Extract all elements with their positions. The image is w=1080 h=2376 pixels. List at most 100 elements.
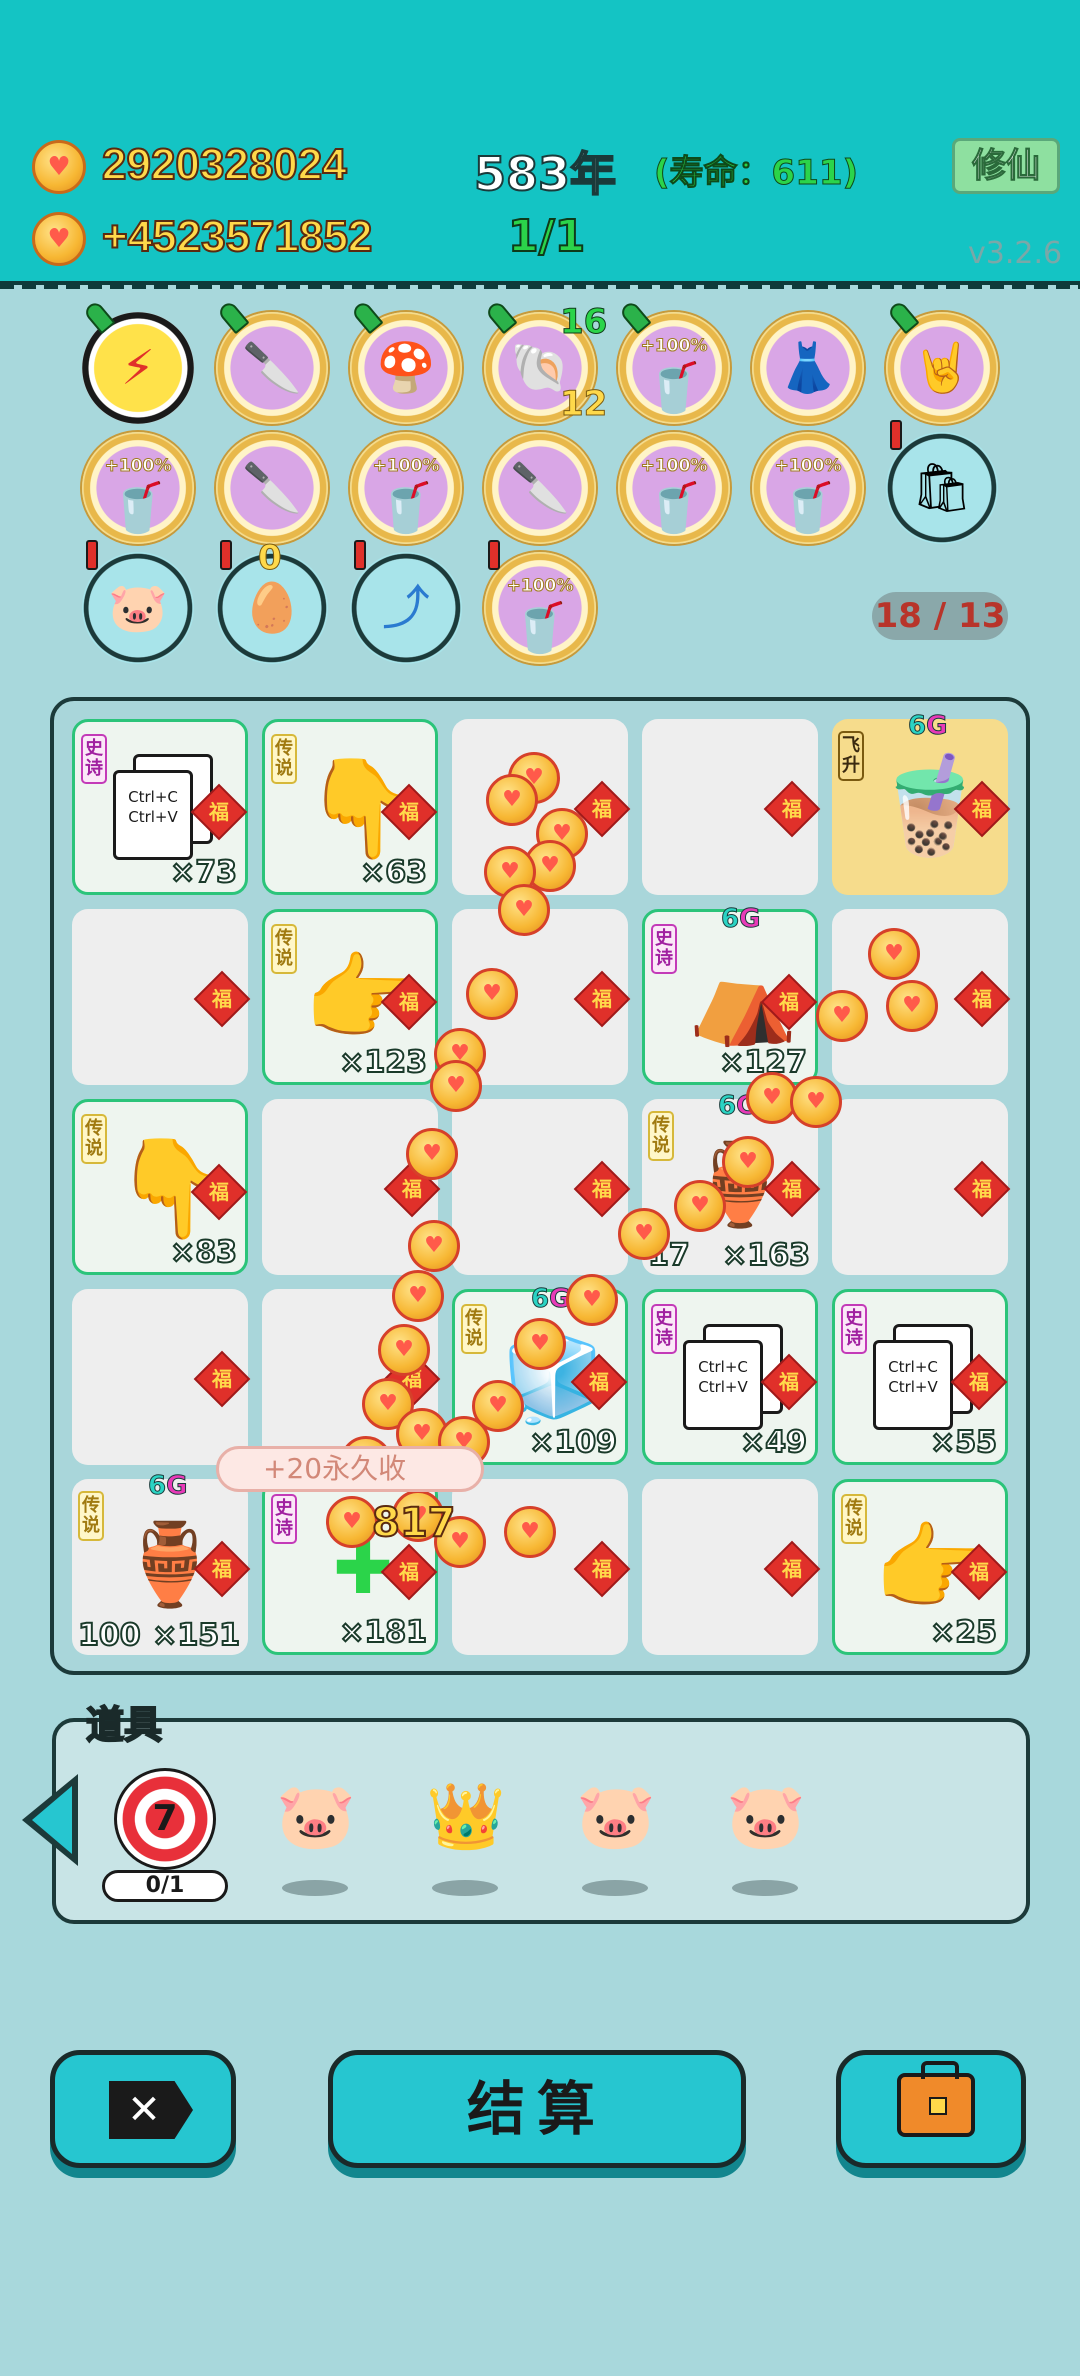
board-cell[interactable]: 福 bbox=[642, 1479, 821, 1655]
fu-text: 福 bbox=[592, 1557, 612, 1581]
coin-income: +4523571852 bbox=[101, 211, 373, 262]
board-cell[interactable]: 传说 6G 🏺 福 100 ×151 bbox=[72, 1471, 251, 1655]
slot-arrow-card[interactable]: ⤴ bbox=[350, 540, 462, 664]
fu-badge: 福 bbox=[573, 1540, 631, 1598]
slot-trash-bag[interactable]: 🛍 bbox=[886, 420, 998, 544]
slot-cleaver[interactable]: 🔪 bbox=[484, 432, 596, 544]
reward-value: 817 bbox=[371, 1499, 456, 1547]
flying-coin-icon bbox=[790, 1076, 842, 1128]
multiplier-label: ×181 bbox=[338, 1614, 428, 1651]
fu-text: 福 bbox=[972, 987, 992, 1011]
fu-text: 福 bbox=[782, 1177, 802, 1201]
board-cell[interactable]: 史诗 Ctrl+C Ctrl+V 福 ×73 bbox=[72, 719, 248, 895]
briefcase-icon bbox=[897, 2061, 975, 2137]
slot-mushroom-cup[interactable]: 🍄 bbox=[350, 299, 462, 424]
skirt-icon: 👗 bbox=[778, 340, 838, 396]
board-cell[interactable]: 传说 👇 福 ×63 bbox=[262, 719, 438, 895]
copy-paste-text: Ctrl+C Ctrl+V bbox=[873, 1340, 953, 1430]
inventory-button[interactable] bbox=[836, 2050, 1026, 2168]
cleaver-icon: 🔪 bbox=[510, 460, 570, 516]
cup-icon: 🥤 bbox=[644, 480, 704, 536]
board-cell[interactable]: 传说 6G 🏺 福 17 ×163 bbox=[642, 1091, 821, 1275]
slot-cleaver[interactable]: 🔪 bbox=[216, 299, 328, 424]
board-cell[interactable]: 传说 👇 福 ×83 bbox=[72, 1099, 248, 1275]
board-cell[interactable]: 福 bbox=[642, 719, 821, 895]
fu-badge: 福 bbox=[763, 780, 821, 838]
multiplier-label: ×49 bbox=[739, 1424, 808, 1461]
fu-text: 福 bbox=[212, 1557, 232, 1581]
settle-button[interactable]: 结算 bbox=[328, 2050, 746, 2168]
fu-text: 福 bbox=[779, 990, 799, 1014]
fu-text: 福 bbox=[779, 1370, 799, 1394]
slot-cup[interactable]: +100% 🥤 bbox=[618, 432, 730, 544]
slot-rock-hand[interactable]: 🤘 bbox=[886, 299, 998, 424]
board-cell[interactable]: 传说 👉 福 ×123 bbox=[262, 909, 438, 1085]
slot-piggy-bank[interactable]: 🐷 bbox=[82, 540, 194, 664]
slot-cleaver[interactable]: 🔪 bbox=[216, 432, 328, 544]
rarity-badge: 传说 bbox=[841, 1494, 867, 1544]
board-cell[interactable]: 福 bbox=[452, 1099, 631, 1275]
slot-egg-tray[interactable]: 0 🥚 bbox=[216, 538, 328, 664]
props-label: 道具 bbox=[85, 1702, 163, 1748]
flying-coin-icon bbox=[816, 990, 868, 1042]
slot-cup[interactable]: +100% 🥤 bbox=[618, 299, 730, 424]
slot-cup[interactable]: +100% 🥤 bbox=[484, 540, 596, 664]
prop-shadow bbox=[582, 1880, 648, 1896]
fu-badge: 福 bbox=[573, 970, 631, 1028]
board-cell[interactable]: 福 bbox=[72, 1289, 251, 1465]
slot-cup[interactable]: +100% 🥤 bbox=[350, 432, 462, 544]
piggy-bank-icon[interactable]: 🐷 bbox=[262, 1772, 370, 1862]
slot-lightning[interactable]: ⚡ bbox=[82, 299, 194, 424]
header-divider bbox=[0, 283, 1080, 289]
slot-skirt[interactable]: 👗 bbox=[752, 312, 864, 424]
flying-coin-icon bbox=[514, 1318, 566, 1370]
flying-coin-icon bbox=[472, 1380, 524, 1432]
piggy-bank-icon: 🐷 bbox=[108, 580, 168, 636]
mushroom-cup-icon: 🍄 bbox=[376, 340, 436, 396]
board-cell[interactable]: 福 bbox=[832, 1099, 1011, 1275]
cultivate-button[interactable]: 修仙 bbox=[952, 138, 1060, 194]
cleaver-icon: 🔪 bbox=[242, 460, 302, 516]
crown-icon[interactable]: 👑 bbox=[412, 1772, 520, 1862]
cleaver-icon: 🔪 bbox=[242, 340, 302, 396]
slot-cup[interactable]: +100% 🥤 bbox=[82, 432, 194, 544]
rock-hand-icon: 🤘 bbox=[912, 340, 972, 396]
flying-coin-icon bbox=[886, 980, 938, 1032]
fu-badge: 福 bbox=[953, 970, 1011, 1028]
cancel-button[interactable]: ✕ bbox=[50, 2050, 236, 2168]
board-cell[interactable]: 史诗 6G ⛺ 福 ×127 bbox=[642, 904, 818, 1085]
rarity-badge: 传说 bbox=[648, 1111, 674, 1161]
piggy-bank-icon[interactable]: 🐷 bbox=[712, 1772, 820, 1862]
prop-shadow bbox=[732, 1880, 798, 1896]
cup-icon: 🥤 bbox=[108, 480, 168, 536]
flying-coin-icon bbox=[430, 1060, 482, 1112]
generation-badge: 6G bbox=[147, 1471, 188, 1502]
board-cell[interactable]: 福 bbox=[452, 1479, 631, 1655]
board-cell[interactable]: 飞升 6G 🧋 福 bbox=[832, 711, 1011, 895]
trash-bag-icon: 🛍 bbox=[911, 460, 973, 516]
slot-cup[interactable]: +100% 🥤 bbox=[752, 432, 864, 544]
copy-paste-text: Ctrl+C Ctrl+V bbox=[113, 770, 193, 860]
board-cell[interactable]: 史诗 Ctrl+C Ctrl+V 福 ×49 bbox=[642, 1289, 818, 1465]
gen-number: 6 bbox=[717, 1091, 737, 1122]
egg-tray-icon: 🥚 bbox=[242, 580, 302, 636]
close-icon: ✕ bbox=[109, 2081, 193, 2139]
flying-coin-icon bbox=[674, 1180, 726, 1232]
piggy-bank-icon[interactable]: 🐷 bbox=[562, 1772, 670, 1862]
target-prop[interactable]: 7 bbox=[114, 1768, 216, 1870]
fu-text: 福 bbox=[592, 797, 612, 821]
gen-letter: G bbox=[166, 1471, 188, 1502]
fu-text: 福 bbox=[969, 1370, 989, 1394]
shell-count-bottom: 12 bbox=[559, 384, 608, 425]
gen-letter: G bbox=[739, 904, 761, 935]
generation-badge: 6G bbox=[907, 711, 947, 742]
multiplier-label: ×109 bbox=[528, 1424, 618, 1461]
board-cell[interactable]: 史诗 Ctrl+C Ctrl+V 福 ×55 bbox=[832, 1289, 1008, 1465]
board-cell[interactable]: 传说 👉 福 ×25 bbox=[832, 1479, 1008, 1655]
slot-shell[interactable]: 🐚 16 12 bbox=[484, 299, 608, 425]
rarity-badge: 传说 bbox=[461, 1304, 487, 1354]
progress-counter: 1/1 bbox=[507, 210, 586, 263]
shell-count-top: 16 bbox=[559, 302, 608, 343]
flying-coin-icon bbox=[466, 968, 518, 1020]
board-cell[interactable]: 福 bbox=[72, 909, 251, 1085]
